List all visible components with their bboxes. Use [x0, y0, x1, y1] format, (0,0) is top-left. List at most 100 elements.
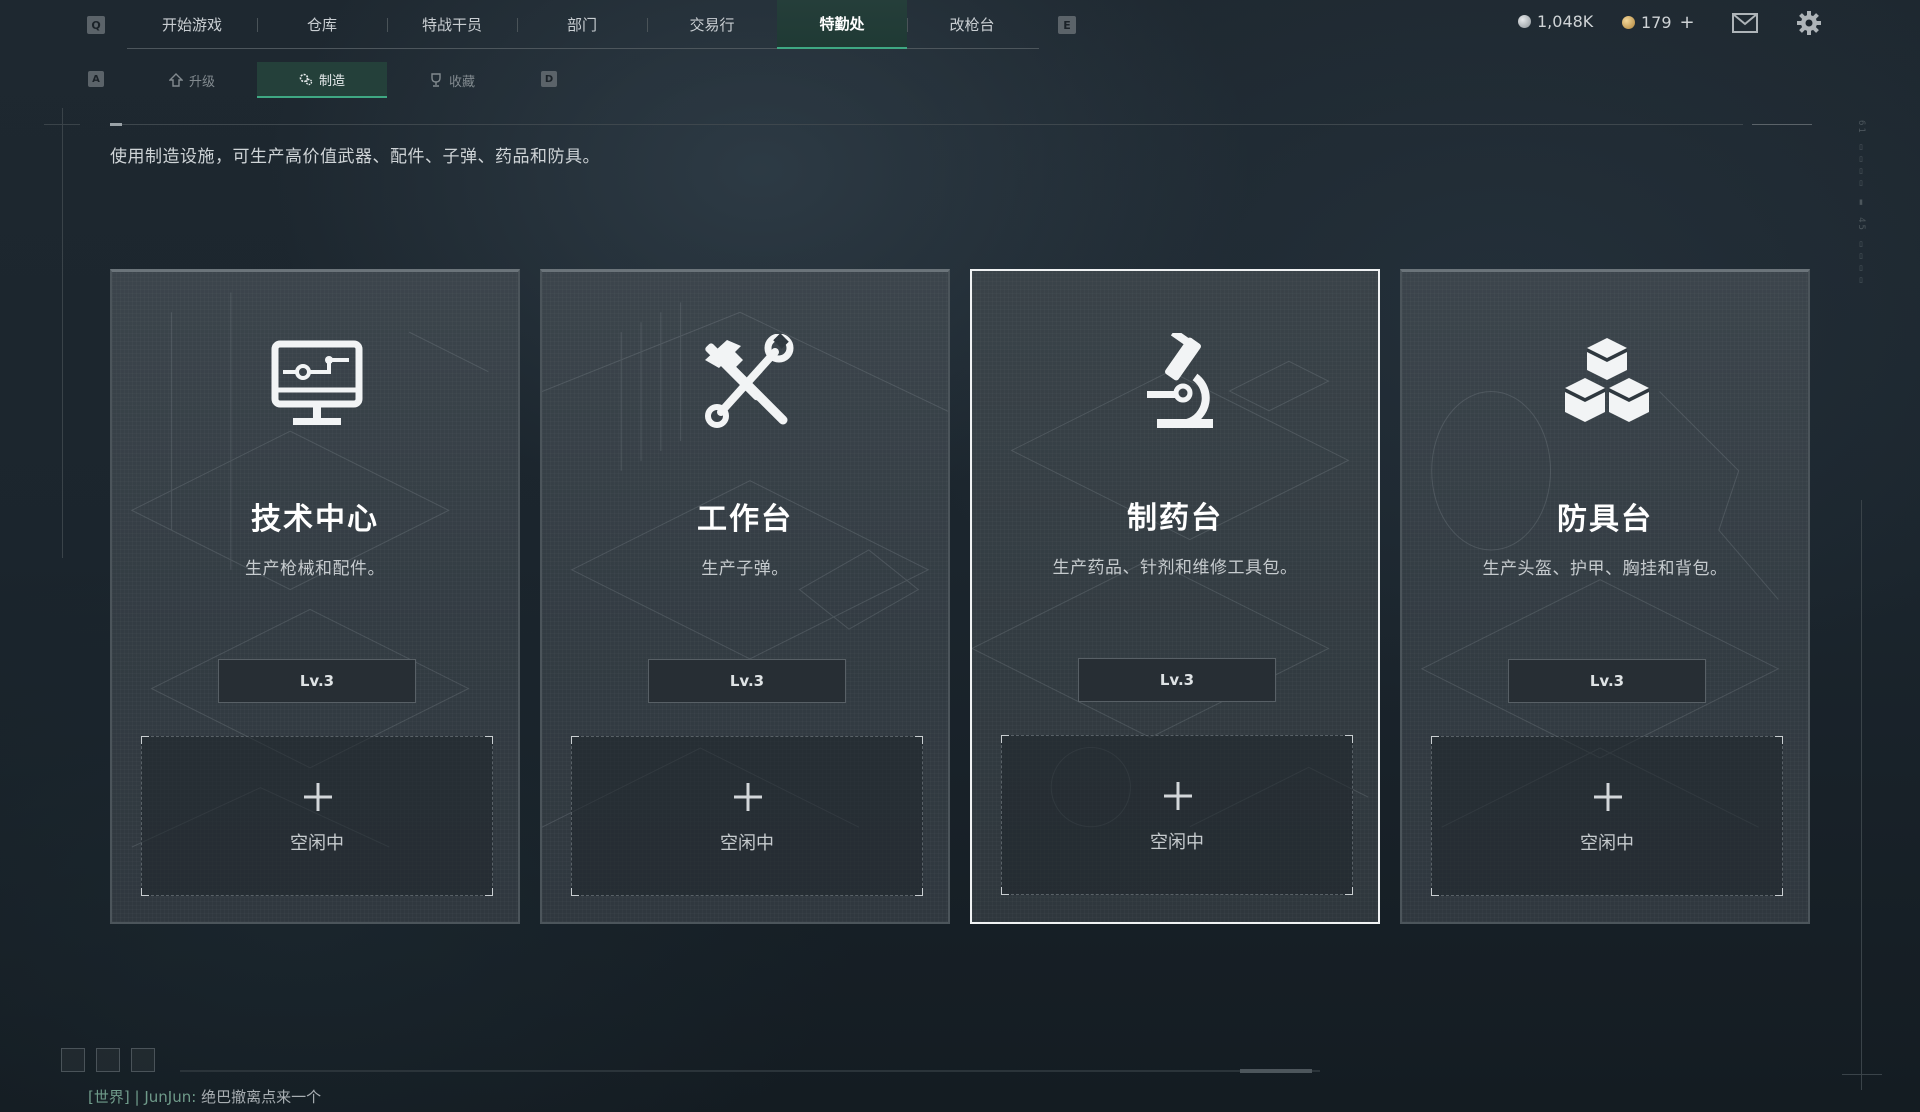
gear-icon[interactable]: [1796, 10, 1822, 36]
silver-amount: 1,048K: [1537, 12, 1594, 31]
deco-vertical-code: 61 ▯▯▯▯ ▮ 45 ▯▯▯▯: [1856, 120, 1866, 288]
gold-coin-icon: [1622, 16, 1635, 29]
chat-user: JunJun:: [144, 1088, 197, 1106]
frame-line-left: [62, 108, 63, 558]
chat-separator: |: [134, 1088, 140, 1106]
slot-corner: [1775, 888, 1783, 896]
mail-icon[interactable]: [1732, 13, 1758, 33]
quick-slot[interactable]: [61, 1048, 85, 1072]
card-title: 技术中心: [251, 502, 379, 537]
card-title: 工作台: [697, 502, 793, 537]
tab-special-ops[interactable]: 特勤处: [777, 0, 907, 49]
slot-corner: [571, 888, 579, 896]
slot-status: 空闲中: [1580, 833, 1634, 854]
trophy-icon: [431, 73, 441, 87]
upgrade-icon: [168, 73, 183, 87]
slot-corner: [915, 888, 923, 896]
slot-corner: [485, 736, 493, 744]
slot-corner: [1431, 736, 1439, 744]
quick-slot[interactable]: [96, 1048, 120, 1072]
subtab-craft-label: 制造: [318, 73, 345, 89]
prev-tab-key-hint[interactable]: Q: [87, 16, 105, 34]
slot-corner: [1345, 887, 1353, 895]
tab-department[interactable]: 部门: [517, 0, 647, 49]
facility-card-tech-center[interactable]: 技术中心 生产枪械和配件。 Lv.3 空闲中: [110, 269, 520, 924]
add-gold-button[interactable]: +: [1680, 12, 1695, 33]
frame-tick-left: [44, 124, 80, 125]
slot-corner: [1345, 735, 1353, 743]
plus-icon: [304, 783, 332, 811]
slot-corner: [1001, 735, 1009, 743]
slot-corner: [915, 736, 923, 744]
divider-mark: [110, 123, 122, 126]
facility-card-armor-bench[interactable]: 防具台 生产头盔、护甲、胸挂和背包。 Lv.3 空闲中: [1400, 269, 1810, 924]
chat-message: 绝巴撤离点来一个: [201, 1088, 322, 1106]
subtab-collection-label: 收藏: [448, 74, 475, 90]
next-tab-key-hint[interactable]: E: [1058, 16, 1076, 34]
production-slot[interactable]: 空闲中: [571, 736, 923, 896]
facility-card-workbench[interactable]: 工作台 生产子弹。 Lv.3 空闲中: [540, 269, 950, 924]
slot-corner: [1001, 887, 1009, 895]
gold-amount: 179: [1641, 13, 1672, 32]
tab-operators[interactable]: 特战干员: [387, 0, 517, 49]
slot-corner: [141, 736, 149, 744]
slot-corner: [1775, 736, 1783, 744]
level-badge: Lv.3: [218, 659, 416, 703]
divider-right: [1752, 124, 1812, 125]
production-slot[interactable]: 空闲中: [141, 736, 493, 896]
card-subtitle: 生产药品、针剂和维修工具包。: [1052, 558, 1298, 578]
frame-tick-right: [1842, 1074, 1882, 1075]
plus-icon: [734, 783, 762, 811]
card-title: 制药台: [1127, 501, 1223, 536]
subtab-collection[interactable]: 收藏: [387, 62, 517, 98]
card-subtitle: 生产子弹。: [701, 559, 789, 579]
bottom-track-mark: [1240, 1069, 1312, 1073]
slot-corner: [485, 888, 493, 896]
frame-line-right: [1861, 500, 1862, 1090]
chat-channel: [世界]: [88, 1088, 130, 1106]
level-badge: Lv.3: [648, 659, 846, 703]
slot-corner: [1431, 888, 1439, 896]
level-badge: Lv.3: [1508, 659, 1706, 703]
gears-icon: [299, 73, 313, 86]
facility-card-pharmacy[interactable]: 制药台 生产药品、针剂和维修工具包。 Lv.3 空闲中: [970, 269, 1380, 924]
hammer-wrench-icon: [705, 334, 794, 428]
slot-corner: [141, 888, 149, 896]
card-subtitle: 生产枪械和配件。: [245, 559, 385, 579]
chat-line[interactable]: [世界] | JunJun: 绝巴撤离点来一个: [88, 1086, 321, 1107]
slot-status: 空闲中: [290, 833, 344, 854]
top-navigation-bar: Q 开始游戏 仓库 特战干员 部门 交易行 特勤处 改枪台 E 1,048K 1…: [0, 0, 1920, 54]
level-badge: Lv.3: [1078, 658, 1276, 702]
production-slot[interactable]: 空闲中: [1001, 735, 1353, 895]
main-tabs: 开始游戏 仓库 特战干员 部门 交易行 特勤处 改枪台: [127, 0, 1039, 49]
computer-icon: [271, 340, 363, 425]
gold-currency[interactable]: 179 +: [1622, 12, 1695, 33]
divider-line: [110, 124, 1743, 125]
card-subtitle: 生产头盔、护甲、胸挂和背包。: [1482, 559, 1728, 579]
page-description: 使用制造设施，可生产高价值武器、配件、子弹、药品和防具。: [110, 147, 600, 167]
quick-slot[interactable]: [131, 1048, 155, 1072]
subtab-craft[interactable]: 制造: [257, 62, 387, 98]
card-title: 防具台: [1557, 502, 1653, 537]
silver-coin-icon: [1518, 15, 1531, 28]
plus-icon: [1164, 782, 1192, 810]
production-slot[interactable]: 空闲中: [1431, 736, 1783, 896]
slot-corner: [571, 736, 579, 744]
next-subtab-key-hint[interactable]: D: [541, 71, 557, 87]
tab-warehouse[interactable]: 仓库: [257, 0, 387, 49]
subtab-upgrade-label: 升级: [188, 74, 215, 90]
sub-tabs: 升级 制造 收藏: [127, 62, 517, 98]
microscope-icon: [1147, 333, 1213, 428]
tab-gunsmith[interactable]: 改枪台: [907, 0, 1037, 49]
quick-slot-boxes: [61, 1048, 155, 1072]
silver-currency: 1,048K: [1518, 12, 1593, 31]
slot-status: 空闲中: [720, 833, 774, 854]
cubes-icon: [1565, 338, 1649, 422]
subtab-upgrade[interactable]: 升级: [127, 62, 257, 98]
tab-start-game[interactable]: 开始游戏: [127, 0, 257, 49]
plus-icon: [1594, 783, 1622, 811]
bottom-track: [180, 1070, 1320, 1072]
tab-trading[interactable]: 交易行: [647, 0, 777, 49]
prev-subtab-key-hint[interactable]: A: [88, 71, 104, 87]
slot-status: 空闲中: [1150, 832, 1204, 853]
